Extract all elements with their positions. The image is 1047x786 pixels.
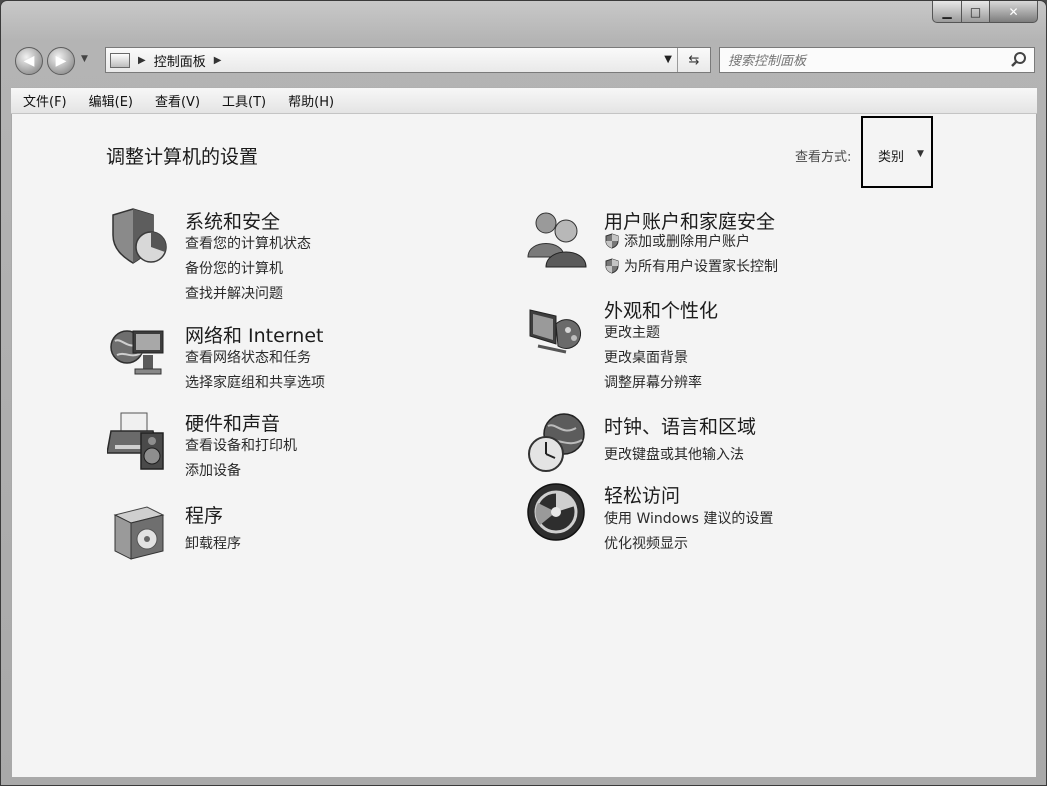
task-link-label[interactable]: 添加或删除用户账户 <box>624 231 750 251</box>
task-link[interactable]: 添加设备 <box>185 460 241 480</box>
globe-network-icon[interactable] <box>107 321 169 383</box>
address-history-dropdown-icon[interactable]: ▼ <box>664 54 672 65</box>
category-system-security: 系统和安全 查看您的计算机状态 备份您的计算机 查找并解决问题 <box>107 207 467 307</box>
search-icon[interactable] <box>1010 51 1028 69</box>
programs-box-icon[interactable] <box>107 501 169 563</box>
uac-shield-icon <box>605 258 619 274</box>
minimize-icon: ▁ <box>942 4 952 19</box>
refresh-button[interactable]: ⇆ <box>677 48 710 72</box>
category-hardware-sound: 硬件和声音 查看设备和打印机 添加设备 <box>107 409 467 489</box>
recent-pages-dropdown-icon[interactable]: ▼ <box>81 54 88 64</box>
navigation-bar: ◀ ▶ ▼ ▶ 控制面板 ▶ ▼ ⇆ <box>1 41 1046 81</box>
task-link[interactable]: 优化视频显示 <box>604 533 688 553</box>
close-icon: ✕ <box>1008 4 1019 19</box>
maximize-icon: □ <box>969 4 982 19</box>
category-title[interactable]: 系统和安全 <box>185 207 280 234</box>
category-title[interactable]: 网络和 Internet <box>185 321 323 348</box>
arrow-right-icon: ▶ <box>55 53 67 69</box>
address-bar[interactable]: ▶ 控制面板 ▶ ▼ ⇆ <box>105 47 711 73</box>
menu-file[interactable]: 文件(F) <box>13 91 77 110</box>
dropdown-arrow-icon[interactable]: ▼ <box>917 149 924 159</box>
menu-view[interactable]: 查看(V) <box>145 91 210 110</box>
ease-of-access-icon[interactable] <box>526 481 588 543</box>
printer-speaker-icon[interactable] <box>107 409 169 471</box>
control-panel-window: ▁ □ ✕ ◀ ▶ ▼ ▶ 控制面板 ▶ ▼ ⇆ 搜索控制面板 文件(F) 编辑… <box>0 0 1047 786</box>
category-title[interactable]: 外观和个性化 <box>604 296 718 323</box>
breadcrumb-chevron-icon[interactable]: ▶ <box>214 55 222 66</box>
close-button[interactable]: ✕ <box>990 1 1038 23</box>
view-by-value[interactable]: 类别 <box>878 146 904 165</box>
uac-shield-icon <box>605 233 619 249</box>
task-link[interactable]: 更改桌面背景 <box>604 347 688 367</box>
task-link[interactable]: 查看网络状态和任务 <box>185 347 311 367</box>
menu-edit[interactable]: 编辑(E) <box>79 91 143 110</box>
category-user-accounts: 用户账户和家庭安全 添加或删除用户账户 为所有用户设置家长控制 <box>526 207 926 287</box>
window-caption-buttons: ▁ □ ✕ <box>932 1 1038 23</box>
task-link[interactable]: 查看设备和打印机 <box>185 435 297 455</box>
content-area: 调整计算机的设置 查看方式: 类别 ▼ 系统和安全 查看您的计算机状态 备份您的… <box>11 114 1037 778</box>
task-link[interactable]: 调整屏幕分辨率 <box>604 372 702 392</box>
users-icon[interactable] <box>526 207 588 269</box>
view-by-dropdown[interactable]: 类别 ▼ <box>861 116 933 188</box>
maximize-button[interactable]: □ <box>962 1 990 23</box>
page-title: 调整计算机的设置 <box>106 146 259 168</box>
menu-tools[interactable]: 工具(T) <box>212 91 276 110</box>
monitor-palette-icon[interactable] <box>526 296 588 358</box>
breadcrumb-chevron-icon[interactable]: ▶ <box>138 55 146 66</box>
category-title[interactable]: 用户账户和家庭安全 <box>604 207 775 234</box>
category-appearance: 外观和个性化 更改主题 更改桌面背景 调整屏幕分辨率 <box>526 296 926 396</box>
task-link[interactable]: 卸载程序 <box>185 533 241 553</box>
search-box[interactable] <box>719 47 1035 73</box>
clock-globe-icon[interactable] <box>526 412 588 474</box>
forward-button[interactable]: ▶ <box>47 47 75 75</box>
view-by-label: 查看方式: <box>795 150 852 165</box>
category-title[interactable]: 轻松访问 <box>604 481 680 508</box>
arrow-left-icon: ◀ <box>23 53 35 69</box>
task-link[interactable]: 为所有用户设置家长控制 <box>604 256 778 276</box>
category-clock-region: 时钟、语言和区域 更改键盘或其他输入法 <box>526 412 926 482</box>
task-link[interactable]: 添加或删除用户账户 <box>604 231 750 251</box>
category-network-internet: 网络和 Internet 查看网络状态和任务 选择家庭组和共享选项 <box>107 321 467 401</box>
task-link[interactable]: 使用 Windows 建议的设置 <box>604 508 773 528</box>
breadcrumb-control-panel[interactable]: 控制面板 <box>154 51 206 70</box>
control-panel-icon <box>110 52 130 68</box>
back-button[interactable]: ◀ <box>15 47 43 75</box>
task-link[interactable]: 更改键盘或其他输入法 <box>604 444 744 464</box>
minimize-button[interactable]: ▁ <box>932 1 962 23</box>
task-link[interactable]: 更改主题 <box>604 322 660 342</box>
task-link[interactable]: 选择家庭组和共享选项 <box>185 372 325 392</box>
shield-chart-icon[interactable] <box>107 207 169 269</box>
category-title[interactable]: 程序 <box>185 501 223 528</box>
task-link-label[interactable]: 为所有用户设置家长控制 <box>624 256 778 276</box>
task-link[interactable]: 备份您的计算机 <box>185 258 283 278</box>
category-ease-of-access: 轻松访问 使用 Windows 建议的设置 优化视频显示 <box>526 481 926 561</box>
menu-help[interactable]: 帮助(H) <box>278 91 344 110</box>
refresh-icon: ⇆ <box>688 52 700 68</box>
task-link[interactable]: 查找并解决问题 <box>185 283 283 303</box>
category-title[interactable]: 硬件和声音 <box>185 409 280 436</box>
category-programs: 程序 卸载程序 <box>107 501 467 571</box>
menu-bar: 文件(F) 编辑(E) 查看(V) 工具(T) 帮助(H) <box>11 87 1037 114</box>
category-title[interactable]: 时钟、语言和区域 <box>604 412 756 439</box>
search-input[interactable] <box>726 51 1000 71</box>
task-link[interactable]: 查看您的计算机状态 <box>185 233 311 253</box>
